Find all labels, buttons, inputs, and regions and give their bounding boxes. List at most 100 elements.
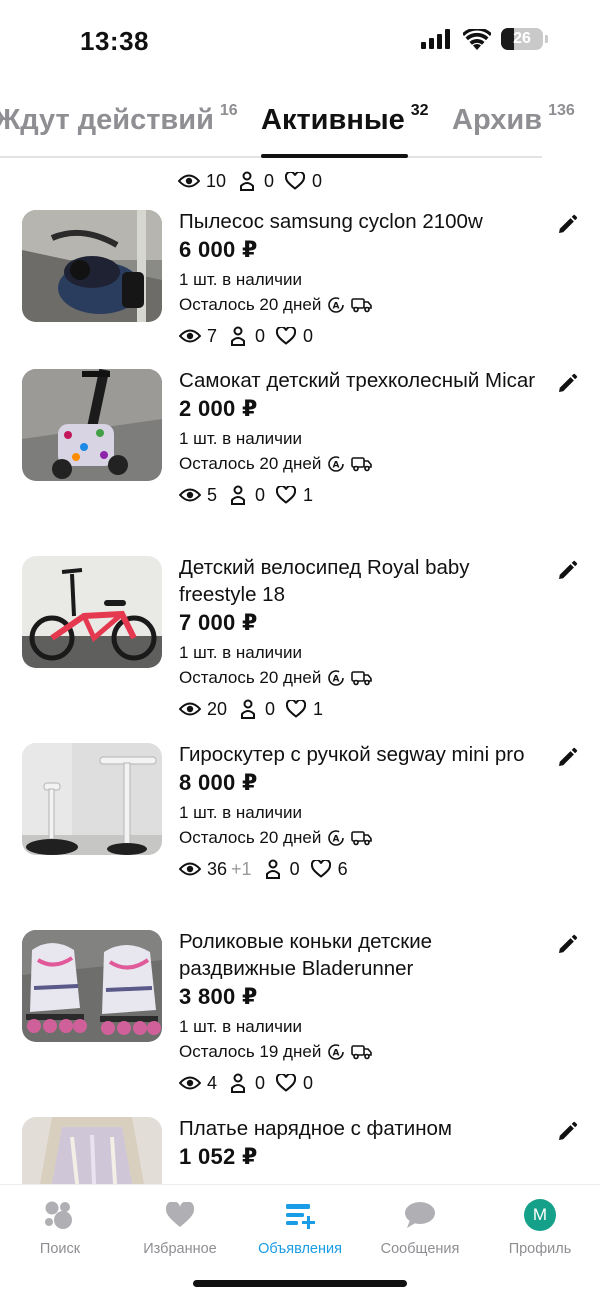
favorites-count: 0 [303,325,314,346]
views-count: 10 [206,170,227,191]
item-photo[interactable] [22,743,162,855]
tab-pending[interactable]: Ждут действий 16 [0,102,238,137]
eye-icon [179,858,201,880]
nav-listings[interactable]: Объявления [240,1197,360,1257]
item-remaining: Осталось 19 дней A [179,1039,539,1064]
tab-active[interactable]: Активные 32 [261,102,429,137]
item-stock: 1 шт. в наличии [179,1017,303,1036]
tab-pending-count: 16 [219,102,238,119]
person-icon [227,484,249,506]
svg-text:A: A [333,834,340,844]
edit-pencil-icon[interactable] [556,747,578,769]
delivery-truck-icon [351,456,373,472]
nav-favorites[interactable]: Избранное [120,1197,240,1257]
status-bar: 13:38 26 [0,0,600,80]
remaining-text: Осталось 20 дней [179,454,322,473]
nav-messages[interactable]: Сообщения [360,1197,480,1257]
views-delta: +1 [231,858,252,879]
person-icon [227,325,249,347]
signal-icon [421,29,450,49]
chat-bubble-icon [360,1197,480,1233]
remaining-text: Осталось 20 дней [179,295,322,314]
remaining-text: Осталось 20 дней [179,668,322,687]
item-title[interactable]: Роликовые коньки детские раздвижные Blad… [179,928,539,982]
battery-tip [545,35,548,43]
item-stock: 1 шт. в наличии [179,643,303,662]
battery-icon: 26 [501,28,543,50]
tab-pending-label: Ждут действий [0,104,214,136]
autorenew-icon: A [327,455,345,473]
item-info: Пылесос samsung cyclon 2100w 6 000 ₽ 1 ш… [179,208,539,347]
item-info: Гироскутер с ручкой segway mini pro 8 00… [179,741,539,880]
heart-outline-icon [310,858,332,880]
item-title[interactable]: Самокат детский трехколесный Micar [179,367,539,394]
nav-profile[interactable]: М Профиль [480,1197,600,1257]
remaining-text: Осталось 20 дней [179,828,322,847]
item-stats: 36 +1 0 6 [179,858,539,880]
edit-pencil-icon[interactable] [556,934,578,956]
item-price: 7 000 ₽ [179,610,258,635]
eye-icon [179,698,201,720]
views-count: 4 [207,1072,218,1093]
item-price: 1 052 ₽ [179,1144,258,1169]
nav-search[interactable]: Поиск [0,1197,120,1257]
eye-icon [179,325,201,347]
item-info: Платье нарядное с фатином 1 052 ₽ [179,1115,539,1172]
tab-archive[interactable]: Архив 136 [452,102,575,137]
views-count: 7 [207,325,218,346]
item-photo[interactable] [22,930,162,1042]
views-count: 20 [207,698,228,719]
eye-icon [179,484,201,506]
item-photo[interactable] [22,210,162,322]
item-title[interactable]: Детский велосипед Royal baby freestyle 1… [179,554,539,608]
views-count: 36 [207,858,228,879]
contacts-count: 0 [265,698,276,719]
favorites-count: 0 [303,1072,314,1093]
favorites-count: 1 [313,698,324,719]
tab-archive-label: Архив [452,104,543,136]
item-title[interactable]: Платье нарядное с фатином [179,1115,539,1142]
item-photo[interactable] [22,1117,162,1184]
eye-icon [179,1072,201,1094]
item-stats: 7 0 0 [179,325,539,347]
listings-list[interactable]: 10 0 0 Пылесос samsung cyclon 2100w 6 00… [0,162,600,1184]
listing-tabs: Ждут действий 16 Активные 32 Архив 136 [0,96,600,162]
item-title[interactable]: Гироскутер с ручкой segway mini pro [179,741,539,768]
nav-messages-label: Сообщения [380,1241,460,1257]
contacts-count: 0 [255,484,266,505]
item-stock: 1 шт. в наличии [179,270,303,289]
person-icon [236,170,258,192]
edit-pencil-icon[interactable] [556,214,578,236]
heart-outline-icon [284,170,306,192]
autorenew-icon: A [327,829,345,847]
item-photo[interactable] [22,369,162,481]
svg-text:A: A [333,460,340,470]
person-icon [262,858,284,880]
autorenew-icon: A [327,296,345,314]
svg-text:A: A [333,674,340,684]
wifi-icon [463,28,491,50]
tab-active-count: 32 [410,102,429,119]
item-stock: 1 шт. в наличии [179,429,303,448]
favorites-count: 0 [312,170,323,191]
item-title[interactable]: Пылесос samsung cyclon 2100w [179,208,539,235]
item-stats: 4 0 0 [179,1072,539,1094]
nav-favorites-label: Избранное [143,1241,217,1257]
delivery-truck-icon [351,297,373,313]
home-indicator[interactable] [193,1280,407,1287]
favorites-count: 1 [303,484,314,505]
contacts-count: 0 [289,858,300,879]
item-stats: 5 0 1 [179,484,539,506]
item-price: 2 000 ₽ [179,396,258,421]
edit-pencil-icon[interactable] [556,1121,578,1143]
item-photo[interactable] [22,556,162,668]
edit-pencil-icon[interactable] [556,560,578,582]
nav-profile-label: Профиль [508,1241,572,1257]
item-info: Роликовые коньки детские раздвижные Blad… [179,928,539,1094]
favorites-count: 6 [337,858,348,879]
item-info: Самокат детский трехколесный Micar 2 000… [179,367,539,506]
item-info: Детский велосипед Royal baby freestyle 1… [179,554,539,720]
heart-outline-icon [275,484,297,506]
edit-pencil-icon[interactable] [556,373,578,395]
heart-outline-icon [275,325,297,347]
